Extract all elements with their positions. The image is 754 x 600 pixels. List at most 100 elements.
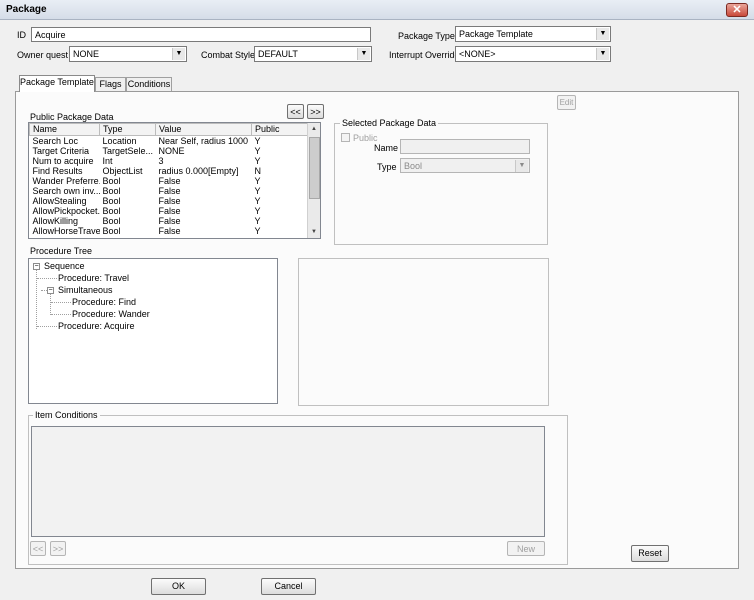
table-row[interactable]: Search own inv... Bool False Y [30, 186, 311, 196]
table-cell: Y [254, 136, 261, 146]
table-cell: Find Results [32, 166, 83, 176]
chevron-down-icon: ▼ [172, 48, 185, 60]
type-label: Type [377, 162, 397, 172]
table-cell: AllowPickpocket... [32, 206, 100, 216]
chevron-down-icon: ▼ [515, 160, 528, 172]
scroll-thumb[interactable] [309, 137, 320, 199]
interrupt-override-select[interactable]: <NONE> ▼ [455, 46, 611, 62]
chevron-down-icon: ▼ [357, 48, 370, 60]
tree-node-sequence[interactable]: Sequence [44, 261, 85, 272]
table-row[interactable]: AllowKilling Bool False Y [30, 216, 311, 226]
table-cell: False [158, 196, 181, 206]
tree-node-simultaneous[interactable]: Simultaneous [58, 285, 113, 296]
tree-connector [37, 278, 57, 279]
ok-button[interactable]: OK [151, 578, 206, 595]
edit-button[interactable]: Edit [557, 95, 576, 110]
table-row[interactable]: Wander Preferre... Bool False Y [30, 176, 311, 186]
public-data-prev-button[interactable]: << [287, 104, 304, 119]
table-cell: AllowHorseTravel [32, 226, 100, 236]
expander-icon[interactable]: − [47, 287, 54, 294]
cancel-button[interactable]: Cancel [261, 578, 316, 595]
selected-type-select[interactable]: Bool ▼ [400, 158, 530, 173]
table-row[interactable]: Target Criteria TargetSele... NONE Y [30, 146, 311, 156]
name-label: Name [374, 143, 399, 153]
tab-conditions[interactable]: Conditions [126, 77, 172, 91]
reset-button[interactable]: Reset [631, 545, 669, 562]
table-row[interactable]: Search Loc Location Near Self, radius 1000… [30, 136, 311, 147]
column-header-value[interactable]: Value [155, 123, 252, 136]
table-cell: Bool [102, 186, 121, 196]
tab-flags[interactable]: Flags [95, 77, 126, 91]
combat-style-label: Combat Style [201, 50, 256, 60]
column-header-public[interactable]: Public [251, 123, 311, 136]
table-cell: 3 [158, 156, 164, 166]
table-cell: TargetSele... [102, 146, 154, 156]
item-conditions-prev-button[interactable]: << [30, 541, 46, 556]
table-cell: NONE [158, 146, 185, 156]
table-row[interactable]: Num to acquire Int 3 Y [30, 156, 311, 166]
table-header: Name Type Value Public [29, 123, 311, 136]
table-cell: Y [254, 176, 261, 186]
package-type-select[interactable]: Package Template ▼ [455, 26, 611, 42]
owner-quest-select[interactable]: NONE ▼ [69, 46, 187, 62]
column-header-type[interactable]: Type [99, 123, 156, 136]
table-cell: Y [254, 186, 261, 196]
procedure-tree-title: Procedure Tree [30, 246, 93, 256]
id-label: ID [17, 30, 26, 40]
tree-node-find[interactable]: Procedure: Find [72, 297, 136, 308]
item-conditions-next-button[interactable]: >> [50, 541, 66, 556]
table-cell: AllowStealing [32, 196, 87, 206]
tree-connector [37, 326, 57, 327]
table-cell: ObjectList [102, 166, 143, 176]
close-button[interactable]: ✕ [726, 3, 748, 17]
procedure-tree[interactable]: − Sequence Procedure: Travel − Simultane… [28, 258, 278, 404]
title-bar: Package ✕ [0, 0, 754, 20]
table-cell: Num to acquire [32, 156, 94, 166]
table-row[interactable]: AllowHorseTravel Bool False Y [30, 226, 311, 236]
column-header-name[interactable]: Name [29, 123, 100, 136]
procedure-detail-panel [298, 258, 549, 406]
item-conditions-list[interactable] [31, 426, 545, 537]
table-cell: Bool [102, 176, 121, 186]
package-type-label: Package Type [398, 31, 455, 41]
tree-node-acquire[interactable]: Procedure: Acquire [58, 321, 135, 332]
tree-node-wander[interactable]: Procedure: Wander [72, 309, 150, 320]
tree-connector [51, 314, 71, 315]
public-data-next-button[interactable]: >> [307, 104, 324, 119]
expander-icon[interactable]: − [33, 263, 40, 270]
scroll-down-icon[interactable]: ▼ [308, 226, 320, 238]
selected-name-input[interactable] [400, 139, 530, 154]
table-row[interactable]: AllowPickpocket... Bool False Y [30, 206, 311, 216]
table-cell: Bool [102, 196, 121, 206]
public-data-scrollbar[interactable]: ▲ ▼ [307, 123, 320, 238]
package-type-value: Package Template [459, 29, 533, 39]
table-cell: Y [254, 146, 261, 156]
table-cell: False [158, 216, 181, 226]
window-title: Package [6, 4, 47, 15]
table-cell: Y [254, 226, 261, 236]
combat-style-select[interactable]: DEFAULT ▼ [254, 46, 372, 62]
public-data-list[interactable]: Name Type Value Public Search Loc Locatio… [28, 122, 321, 239]
table-cell: False [158, 176, 181, 186]
selected-type-value: Bool [404, 161, 423, 171]
chevron-down-icon: ▼ [596, 48, 609, 60]
tab-package-template[interactable]: Package Template [19, 75, 95, 92]
table-row[interactable]: AllowStealing Bool False Y [30, 196, 311, 206]
id-input[interactable]: Acquire [31, 27, 371, 42]
table-cell: Y [254, 156, 261, 166]
interrupt-override-value: <NONE> [459, 49, 496, 59]
tree-connector [50, 293, 51, 315]
new-condition-button[interactable]: New [507, 541, 545, 556]
table-cell: Int [102, 156, 113, 166]
table-cell: Bool [102, 206, 121, 216]
table-cell: Bool [102, 226, 121, 236]
table-cell: Search own inv... [32, 186, 100, 196]
table-cell: Near Self, radius 1000 [158, 136, 249, 146]
owner-quest-value: NONE [73, 49, 100, 59]
tree-node-travel[interactable]: Procedure: Travel [58, 273, 129, 284]
public-checkbox[interactable] [341, 133, 350, 142]
table-cell: False [158, 186, 181, 196]
table-row[interactable]: Find Results ObjectList radius 0.000[Empty… [30, 166, 311, 176]
scroll-up-icon[interactable]: ▲ [308, 123, 320, 135]
selected-data-title: Selected Package Data [340, 118, 439, 129]
